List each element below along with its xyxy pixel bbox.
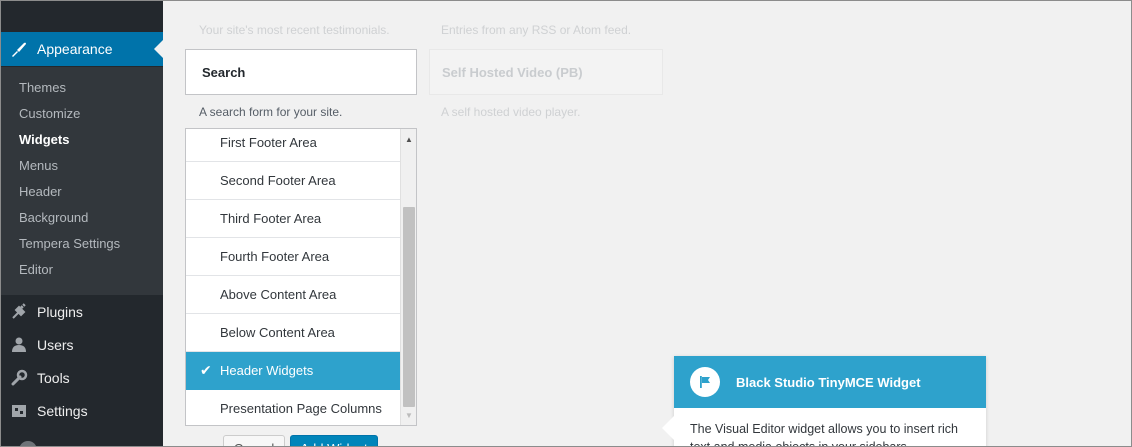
sidebar-item-tools[interactable]: Tools — [1, 361, 163, 395]
area-option-label: First Footer Area — [220, 135, 317, 150]
flag-icon — [690, 367, 720, 397]
users-icon — [1, 336, 37, 354]
area-option-header-widgets[interactable]: ✔ Header Widgets — [186, 352, 401, 390]
search-widget-title-bar[interactable]: Search — [185, 49, 417, 95]
wp-admin-window: Appearance Themes Customize Widgets Menu… — [0, 0, 1132, 447]
faded-widget-self-hosted-video: Self Hosted Video (PB) — [429, 49, 663, 95]
faded-widget-title: Self Hosted Video (PB) — [442, 64, 583, 80]
area-option-above-content[interactable]: Above Content Area — [186, 276, 401, 314]
widget-area-chooser: First Footer Area Second Footer Area Thi… — [185, 128, 417, 426]
submenu-item-header[interactable]: Header — [1, 179, 163, 205]
area-option-label: Above Content Area — [220, 287, 337, 302]
appearance-submenu: Themes Customize Widgets Menus Header Ba… — [1, 67, 163, 295]
pointer-header: Black Studio TinyMCE Widget — [674, 356, 986, 408]
faded-widget-desc-rss: Entries from any RSS or Atom feed. — [441, 23, 632, 37]
current-menu-arrow — [154, 40, 163, 58]
plugins-icon — [1, 303, 37, 321]
scroll-up-arrow-icon[interactable]: ▲ — [401, 131, 416, 147]
area-option-label: Presentation Page Columns — [220, 401, 382, 416]
area-option-second-footer[interactable]: Second Footer Area — [186, 162, 401, 200]
sidebar-item-label: Users — [37, 337, 74, 353]
search-widget-desc: A search form for your site. — [199, 105, 343, 119]
cancel-button[interactable]: Cancel — [223, 435, 285, 446]
scroll-down-arrow-icon[interactable]: ▼ — [401, 407, 416, 423]
submenu-item-editor[interactable]: Editor — [1, 257, 163, 283]
sidebar-item-label: Settings — [37, 403, 88, 419]
submenu-item-menus[interactable]: Menus — [1, 153, 163, 179]
search-widget-title: Search — [202, 64, 246, 80]
pointer-arrow — [662, 416, 674, 440]
submenu-item-tempera-settings[interactable]: Tempera Settings — [1, 231, 163, 257]
faded-widget-desc-video: A self hosted video player. — [441, 105, 581, 119]
area-option-label: Second Footer Area — [220, 173, 336, 188]
area-option-fourth-footer[interactable]: Fourth Footer Area — [186, 238, 401, 276]
area-option-below-content[interactable]: Below Content Area — [186, 314, 401, 352]
sidebar-item-label: Plugins — [37, 304, 83, 320]
sidebar-item-appearance[interactable]: Appearance — [1, 32, 163, 66]
checkmark-icon: ✔ — [200, 362, 212, 378]
partial-menu-icon — [19, 441, 37, 446]
sidebar-item-plugins[interactable]: Plugins — [1, 295, 163, 329]
faded-widget-desc-testimonials: Your site's most recent testimonials. — [199, 23, 390, 37]
tools-icon — [1, 369, 37, 387]
submenu-item-background[interactable]: Background — [1, 205, 163, 231]
settings-icon — [1, 402, 37, 420]
area-option-label: Third Footer Area — [220, 211, 322, 226]
sidebar-item-label: Tools — [37, 370, 70, 386]
tinymce-pointer-card: Black Studio TinyMCE Widget The Visual E… — [662, 356, 986, 447]
area-list-scrollbar[interactable]: ▲ ▼ — [400, 129, 416, 425]
area-option-third-footer[interactable]: Third Footer Area — [186, 200, 401, 238]
sidebar-top-sliver — [1, 1, 163, 13]
submenu-item-customize[interactable]: Customize — [1, 101, 163, 127]
area-option-presentation-page-columns[interactable]: Presentation Page Columns — [186, 390, 401, 425]
pointer-body: The Visual Editor widget allows you to i… — [690, 422, 958, 447]
area-option-label: Below Content Area — [220, 325, 335, 340]
submenu-item-widgets[interactable]: Widgets — [1, 127, 163, 153]
area-option-label: Fourth Footer Area — [220, 249, 330, 264]
pointer-title: Black Studio TinyMCE Widget — [736, 374, 921, 390]
paintbrush-icon — [1, 40, 37, 58]
sidebar-item-label: Appearance — [37, 41, 113, 57]
submenu-item-themes[interactable]: Themes — [1, 75, 163, 101]
scroll-thumb[interactable] — [403, 207, 415, 407]
admin-sidebar: Appearance Themes Customize Widgets Menu… — [1, 1, 163, 446]
add-widget-button[interactable]: Add Widget — [290, 435, 378, 446]
area-option-label: Header Widgets — [220, 363, 314, 378]
area-option-first-footer[interactable]: First Footer Area — [186, 129, 401, 162]
sidebar-item-settings[interactable]: Settings — [1, 394, 163, 428]
sidebar-item-users[interactable]: Users — [1, 328, 163, 362]
